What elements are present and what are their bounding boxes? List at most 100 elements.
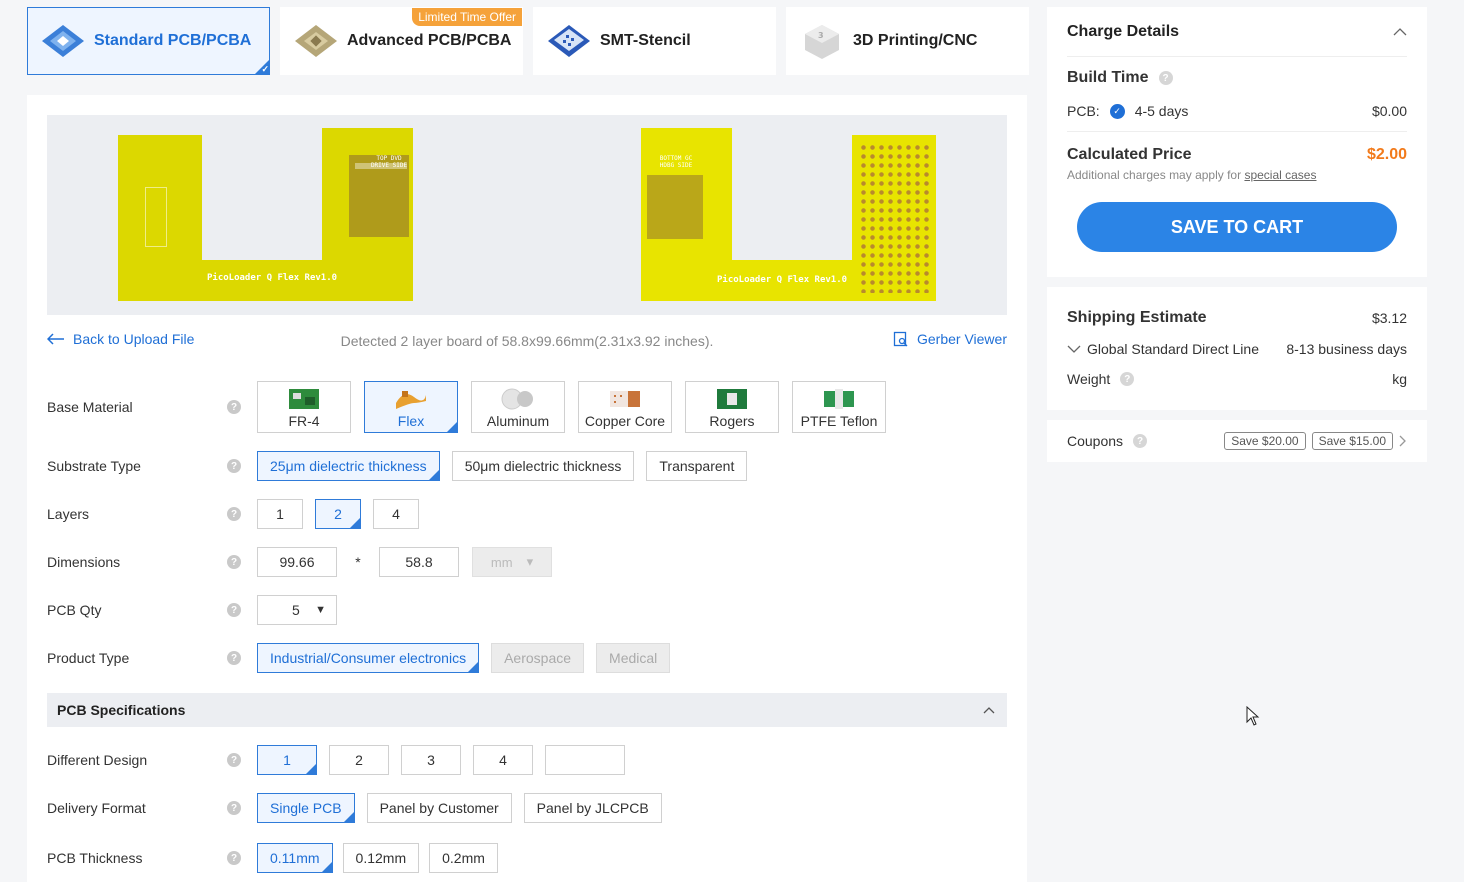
board-bottom-side: BOTTOM GC HDBG SIDE <box>659 155 693 169</box>
help-icon[interactable]: ? <box>227 603 241 617</box>
3d-printing-icon: 3 <box>805 25 839 59</box>
pcb-thickness-row: PCB Thickness ? 0.11mm 0.12mm 0.2mm <box>47 843 1007 873</box>
help-icon[interactable]: ? <box>227 801 241 815</box>
design-custom-input[interactable] <box>545 745 625 775</box>
pcb-thickness-label: PCB Thickness <box>47 850 143 866</box>
product-type-industrial[interactable]: Industrial/Consumer electronics <box>257 643 480 673</box>
shipping-method-row[interactable]: Global Standard Direct Line 8-13 busines… <box>1067 341 1407 357</box>
pcb-specifications-header[interactable]: PCB Specifications <box>47 693 1007 727</box>
weight-unit: kg <box>1392 371 1407 387</box>
material-copper-core[interactable]: Copper Core <box>578 381 672 433</box>
product-type-row: Product Type ? Industrial/Consumer elect… <box>47 643 1007 673</box>
preview-actions: Detected 2 layer board of 58.8x99.66mm(2… <box>47 331 1007 351</box>
arrow-left-icon <box>47 333 64 345</box>
help-icon[interactable]: ? <box>227 507 241 521</box>
shipping-estimate-card: Shipping Estimate $3.12 Global Standard … <box>1047 287 1427 410</box>
shipping-title: Shipping Estimate <box>1067 309 1207 326</box>
design-2[interactable]: 2 <box>329 745 389 775</box>
help-icon[interactable]: ? <box>1133 434 1148 448</box>
thickness-02[interactable]: 0.2mm <box>429 843 498 873</box>
coupons-label: Coupons <box>1067 433 1124 449</box>
delivery-panel-jlcpcb[interactable]: Panel by JLCPCB <box>523 793 662 823</box>
board-component <box>145 187 167 247</box>
delivery-single-pcb[interactable]: Single PCB <box>257 793 355 823</box>
design-3[interactable]: 3 <box>401 745 461 775</box>
substrate-25um[interactable]: 25μm dielectric thickness <box>257 451 440 481</box>
material-ptfe-teflon[interactable]: PTFE Teflon <box>792 381 886 433</box>
pcb-label: PCB: <box>1067 103 1100 119</box>
coupon-tags: Save $20.00 Save $15.00 <box>1224 432 1407 450</box>
help-icon[interactable]: ? <box>227 459 241 473</box>
layers-options: 1 2 4 <box>257 499 419 529</box>
qty-value: 5 <box>292 602 300 618</box>
coupons-card[interactable]: Coupons ? Save $20.00 Save $15.00 <box>1047 420 1427 462</box>
back-to-upload-link[interactable]: Back to Upload File <box>47 331 194 347</box>
dimension-unit-select: mm ▾ <box>472 547 552 577</box>
delivery-format-options: Single PCB Panel by Customer Panel by JL… <box>257 793 662 823</box>
gerber-viewer-link[interactable]: Gerber Viewer <box>893 331 1007 347</box>
svg-text:3: 3 <box>818 31 824 40</box>
material-label: Rogers <box>709 413 755 429</box>
tab-smt-stencil[interactable]: SMT-Stencil <box>533 7 776 75</box>
substrate-transparent[interactable]: Transparent <box>646 451 748 481</box>
help-icon[interactable]: ? <box>227 555 241 569</box>
weight-row: Weight ? kg <box>1067 371 1407 387</box>
material-label: PTFE Teflon <box>800 413 878 429</box>
help-icon[interactable]: ? <box>227 753 241 767</box>
tab-label: 3D Printing/CNC <box>853 32 978 49</box>
flex-board-icon <box>396 391 426 409</box>
save-to-cart-button[interactable]: SAVE TO CART <box>1077 202 1397 252</box>
special-cases-link[interactable]: special cases <box>1244 168 1316 182</box>
dimension-separator: * <box>355 554 361 570</box>
thickness-011[interactable]: 0.11mm <box>257 843 333 873</box>
layer-2[interactable]: 2 <box>315 499 361 529</box>
layer-1[interactable]: 1 <box>257 499 303 529</box>
board-bottom-title: PicoLoader Q Flex Rev1.0 <box>717 275 848 285</box>
product-type-medical: Medical <box>596 643 671 673</box>
rogers-board-icon <box>717 389 747 409</box>
build-price: $0.00 <box>1371 103 1407 119</box>
base-material-row: Base Material ? FR-4 Flex Aluminum Coppe… <box>47 381 1007 433</box>
material-fr4[interactable]: FR-4 <box>257 381 351 433</box>
material-flex[interactable]: Flex <box>364 381 458 433</box>
additional-charges-note: Additional charges may apply for special… <box>1067 168 1407 182</box>
charge-details-header[interactable]: Charge Details <box>1067 7 1407 57</box>
design-4[interactable]: 4 <box>473 745 533 775</box>
dimension-length-input[interactable]: 99.66 <box>257 547 337 577</box>
board-pads <box>859 143 931 293</box>
substrate-50um[interactable]: 50μm dielectric thickness <box>451 451 635 481</box>
design-1[interactable]: 1 <box>257 745 317 775</box>
tab-3d-printing[interactable]: 3 3D Printing/CNC <box>786 7 1029 75</box>
help-icon[interactable]: ? <box>1158 71 1173 85</box>
substrate-type-row: Substrate Type ? 25μm dielectric thickne… <box>47 451 1007 481</box>
gerber-link-label: Gerber Viewer <box>916 331 1007 347</box>
help-icon[interactable]: ? <box>227 851 241 865</box>
calculated-price-row: Calculated Price $2.00 <box>1067 146 1407 164</box>
thickness-012[interactable]: 0.12mm <box>342 843 420 873</box>
advanced-pcb-icon <box>295 25 337 57</box>
section-title: PCB Specifications <box>57 702 186 718</box>
material-label: Aluminum <box>486 413 550 429</box>
pcb-qty-select[interactable]: 5 ▼ <box>257 595 337 625</box>
tab-standard-pcb[interactable]: Standard PCB/PCBA <box>27 7 270 75</box>
product-type-options: Industrial/Consumer electronics Aerospac… <box>257 643 671 673</box>
help-icon[interactable]: ? <box>1120 372 1135 386</box>
coupon-tag: Save $20.00 <box>1224 432 1306 450</box>
pcb-build-time-option[interactable]: PCB: ✓ 4-5 days $0.00 <box>1067 103 1407 132</box>
layer-4[interactable]: 4 <box>373 499 419 529</box>
tab-advanced-pcb[interactable]: Advanced PCB/PCBA Limited Time Offer <box>280 7 523 75</box>
help-icon[interactable]: ? <box>227 400 241 414</box>
material-rogers[interactable]: Rogers <box>685 381 779 433</box>
shipping-header: Shipping Estimate $3.12 <box>1067 309 1407 327</box>
mouse-cursor-icon <box>1246 706 1260 726</box>
chevron-up-icon <box>1393 27 1407 35</box>
dimension-width-input[interactable]: 58.8 <box>379 547 459 577</box>
help-icon[interactable]: ? <box>227 651 241 665</box>
weight-label: Weight <box>1067 371 1111 387</box>
delivery-format-row: Delivery Format ? Single PCB Panel by Cu… <box>47 793 1007 823</box>
product-type-aerospace: Aerospace <box>491 643 585 673</box>
material-aluminum[interactable]: Aluminum <box>471 381 565 433</box>
delivery-panel-customer[interactable]: Panel by Customer <box>366 793 512 823</box>
copper-core-board-icon <box>610 391 640 407</box>
base-material-label: Base Material <box>47 399 133 415</box>
